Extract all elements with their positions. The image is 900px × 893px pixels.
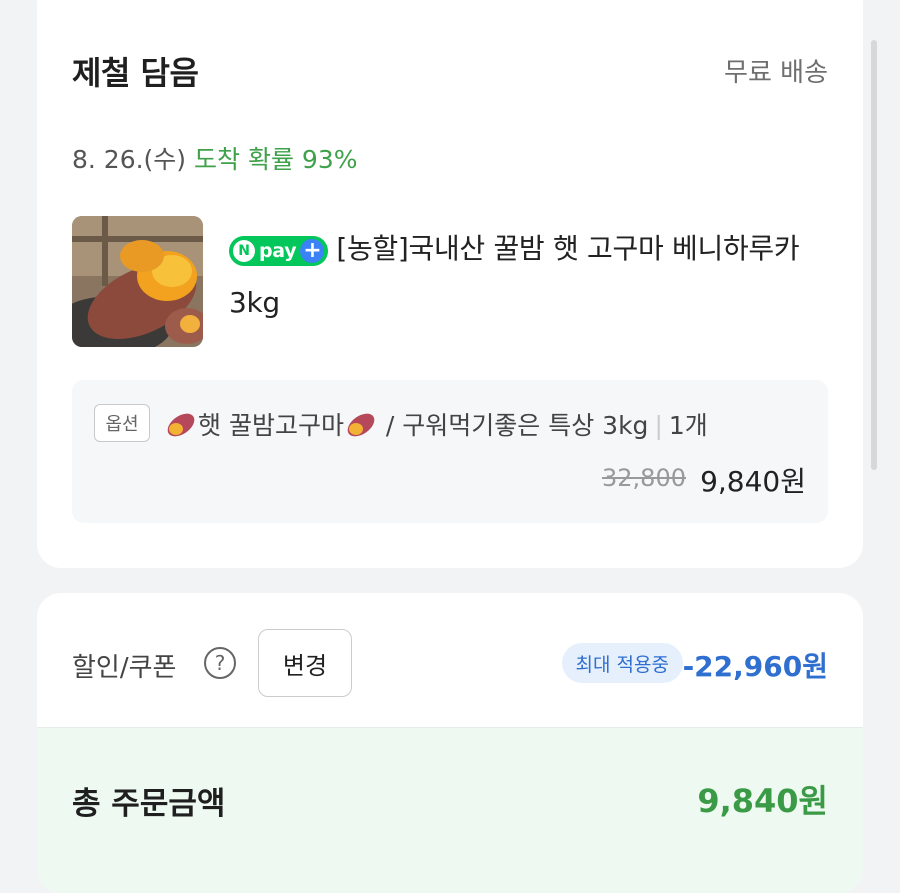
delivery-estimate: 8. 26.(수) 도착 확률 93% [72, 140, 358, 176]
product-title[interactable]: N pay + [농할]국내산 꿀밤 햇 고구마 베니하루카 3kg [229, 222, 829, 330]
coupon-label: 할인/쿠폰 [72, 653, 177, 683]
sale-price: 9,840원 [700, 465, 806, 498]
plus-icon: + [300, 239, 325, 263]
npay-pay-text: pay [259, 240, 297, 262]
change-coupon-button[interactable]: 변경 [258, 629, 352, 697]
option-text: 햇 꿀밤고구마 / 구워먹기좋은 특상 3kg | 1개 [164, 406, 708, 442]
sweet-potato-icon [347, 413, 375, 437]
shipping-info: 무료 배송 [724, 58, 828, 88]
total-amount: 9,840원 [697, 782, 828, 820]
option-box: 옵션 햇 꿀밤고구마 / 구워먹기좋은 특상 3kg | 1개 32,800 9,8… [72, 380, 828, 523]
store-name[interactable]: 제철 담음 [72, 48, 199, 94]
total-label: 총 주문금액 [72, 786, 226, 822]
option-name: 햇 꿀밤고구마 [198, 411, 344, 440]
npay-plus-badge: N pay + [229, 236, 329, 266]
option-tag: 옵션 [94, 404, 150, 442]
delivery-date: 8. 26.(수) [72, 145, 187, 174]
discount-amount: -22,960원 [682, 650, 828, 683]
store-card: 제철 담음 무료 배송 8. 26.(수) 도착 확률 93% N pay + … [37, 0, 863, 568]
price-summary-card: 할인/쿠폰 ? 변경 최대 적용중 -22,960원 총 주문금액 9,840원 [37, 593, 863, 893]
original-price: 32,800 [602, 464, 686, 492]
help-icon[interactable]: ? [204, 647, 236, 679]
npay-n-icon: N [233, 240, 255, 262]
option-detail: / 구워먹기좋은 특상 3kg [385, 411, 649, 440]
product-image[interactable] [72, 216, 203, 347]
option-quantity: 1개 [668, 411, 708, 440]
sweet-potato-icon [167, 413, 195, 437]
max-applied-badge: 최대 적용중 [561, 643, 683, 683]
delivery-probability: 도착 확률 93% [194, 145, 358, 174]
divider: | [654, 411, 663, 440]
total-section: 총 주문금액 9,840원 [37, 727, 863, 893]
scrollbar[interactable] [871, 40, 877, 470]
